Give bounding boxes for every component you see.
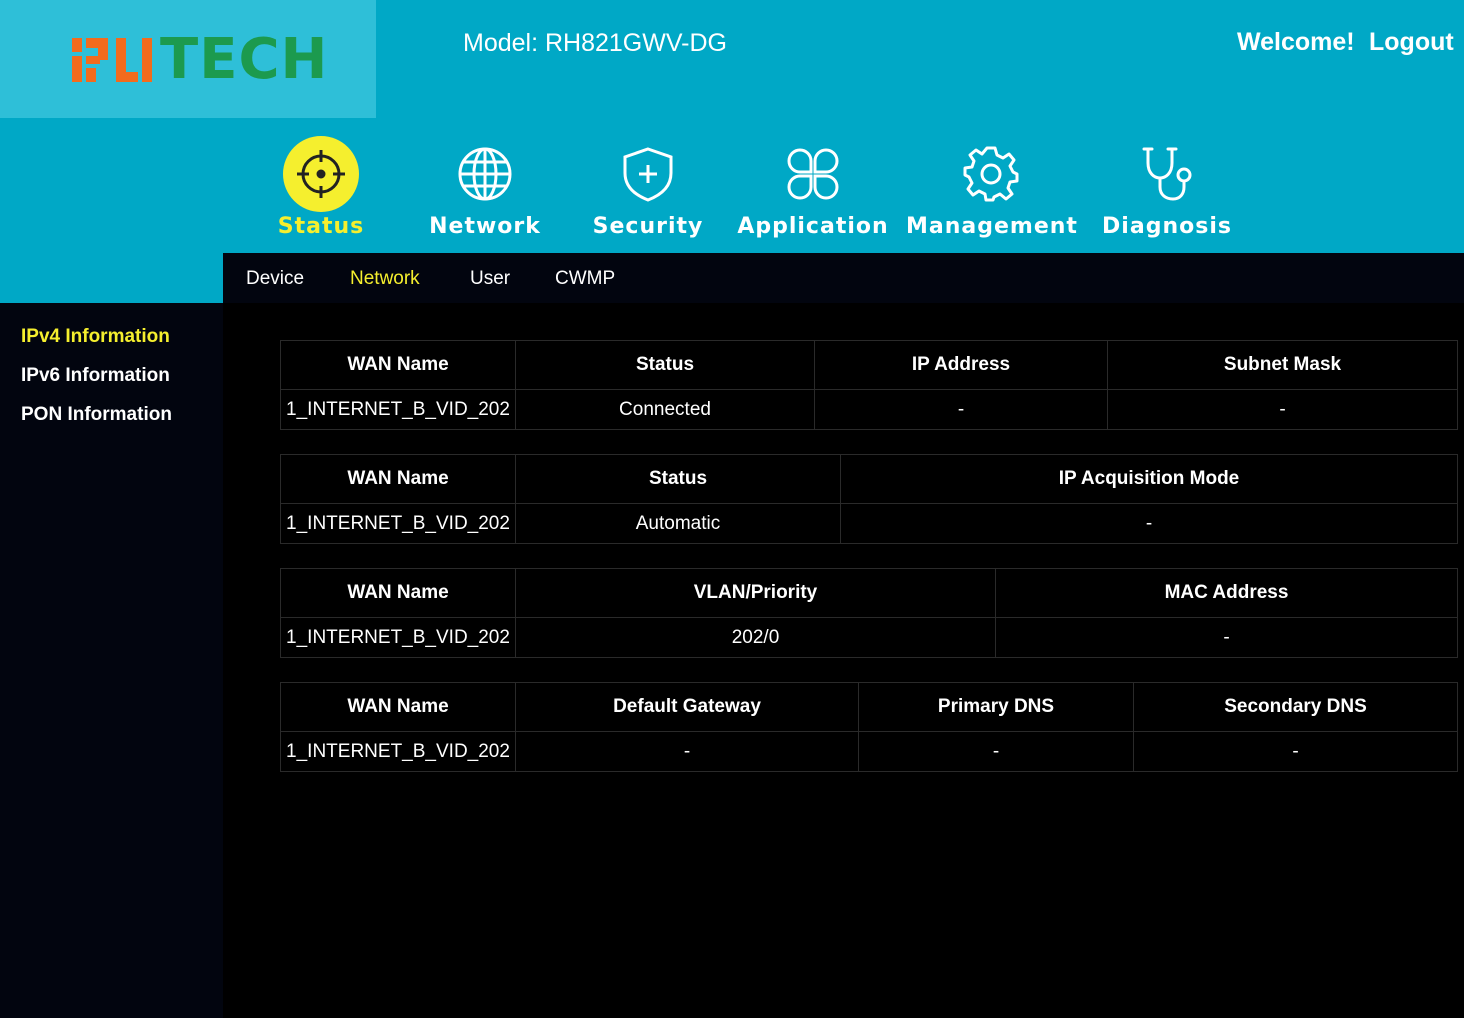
column-header: WAN Name [280,568,516,618]
column-header: WAN Name [280,454,516,504]
crosshair-icon [283,136,359,212]
gear-icon [953,136,1029,212]
subtab-user[interactable]: User [470,267,510,291]
table-cell: Automatic [515,503,841,544]
table-cell: 1_INTERNET_B_VID_202 [280,389,516,430]
header-bar: TECH Model: RH821GWV-DG Welcome! Logout … [0,0,1464,253]
logo-mark-icon [72,38,152,82]
logo: TECH [0,0,376,118]
column-header: Status [515,340,815,390]
sidebar-header-strip [0,253,223,303]
subtab-network[interactable]: Network [350,267,420,291]
nav-status[interactable]: Status [236,136,406,246]
table-cell: 1_INTERNET_B_VID_202 [280,731,516,772]
logout-link[interactable]: Logout [1369,27,1454,57]
table-cell: - [1107,389,1458,430]
column-header: Default Gateway [515,682,859,732]
gateway-dns-table: WAN Name Default Gateway Primary DNS Sec… [280,682,1458,772]
table-cell: - [840,503,1458,544]
table-cell: - [515,731,859,772]
column-header: IP Acquisition Mode [840,454,1458,504]
nav-application[interactable]: Application [728,136,898,246]
table-header-row: WAN Name Status IP Address Subnet Mask [280,340,1458,390]
table-cell: Connected [515,389,815,430]
acquisition-mode-table: WAN Name Status IP Acquisition Mode 1_IN… [280,454,1458,544]
table-cell: - [995,617,1458,658]
table-cell: - [814,389,1108,430]
table-row: 1_INTERNET_B_VID_202 Connected - - [280,389,1458,430]
sub-navigation: Device Network User CWMP [223,253,1464,303]
table-cell: 202/0 [515,617,996,658]
sidebar-item-pon[interactable]: PON Information [21,403,172,427]
column-header: IP Address [814,340,1108,390]
subtab-device[interactable]: Device [246,267,304,291]
column-header: Primary DNS [858,682,1134,732]
apps-grid-icon [775,136,851,212]
sidebar-item-ipv4[interactable]: IPv4 Information [21,325,170,349]
subtab-cwmp[interactable]: CWMP [555,267,615,291]
table-header-row: WAN Name VLAN/Priority MAC Address [280,568,1458,618]
nav-management[interactable]: Management [906,136,1078,246]
nav-label: Network [429,214,541,239]
column-header: Status [515,454,841,504]
column-header: VLAN/Priority [515,568,996,618]
column-header: Secondary DNS [1133,682,1458,732]
stethoscope-icon [1129,136,1205,212]
globe-icon [447,136,523,212]
nav-label: Status [277,214,365,239]
table-row: 1_INTERNET_B_VID_202 - - - [280,731,1458,772]
nav-label: Diagnosis [1102,214,1232,239]
table-cell: 1_INTERNET_B_VID_202 [280,617,516,658]
ip-address-table: WAN Name Status IP Address Subnet Mask 1… [280,340,1458,430]
logo-text: TECH [160,27,329,92]
sidebar: IPv4 Information IPv6 Information PON In… [0,303,223,1018]
table-cell: - [1133,731,1458,772]
table-cell: 1_INTERNET_B_VID_202 [280,503,516,544]
nav-label: Security [592,214,704,239]
nav-label: Application [737,214,889,239]
table-header-row: WAN Name Default Gateway Primary DNS Sec… [280,682,1458,732]
column-header: WAN Name [280,682,516,732]
table-cell: - [858,731,1134,772]
nav-security[interactable]: Security [563,136,733,246]
nav-diagnosis[interactable]: Diagnosis [1082,136,1252,246]
column-header: Subnet Mask [1107,340,1458,390]
welcome-text: Welcome! [1237,28,1355,56]
column-header: WAN Name [280,340,516,390]
table-row: 1_INTERNET_B_VID_202 202/0 - [280,617,1458,658]
column-header: MAC Address [995,568,1458,618]
shield-plus-icon [610,136,686,212]
nav-label: Management [906,214,1078,239]
table-header-row: WAN Name Status IP Acquisition Mode [280,454,1458,504]
model-label: Model: RH821GWV-DG [463,29,727,57]
sidebar-item-ipv6[interactable]: IPv6 Information [21,364,170,388]
nav-network[interactable]: Network [400,136,570,246]
vlan-mac-table: WAN Name VLAN/Priority MAC Address 1_INT… [280,568,1458,658]
table-row: 1_INTERNET_B_VID_202 Automatic - [280,503,1458,544]
